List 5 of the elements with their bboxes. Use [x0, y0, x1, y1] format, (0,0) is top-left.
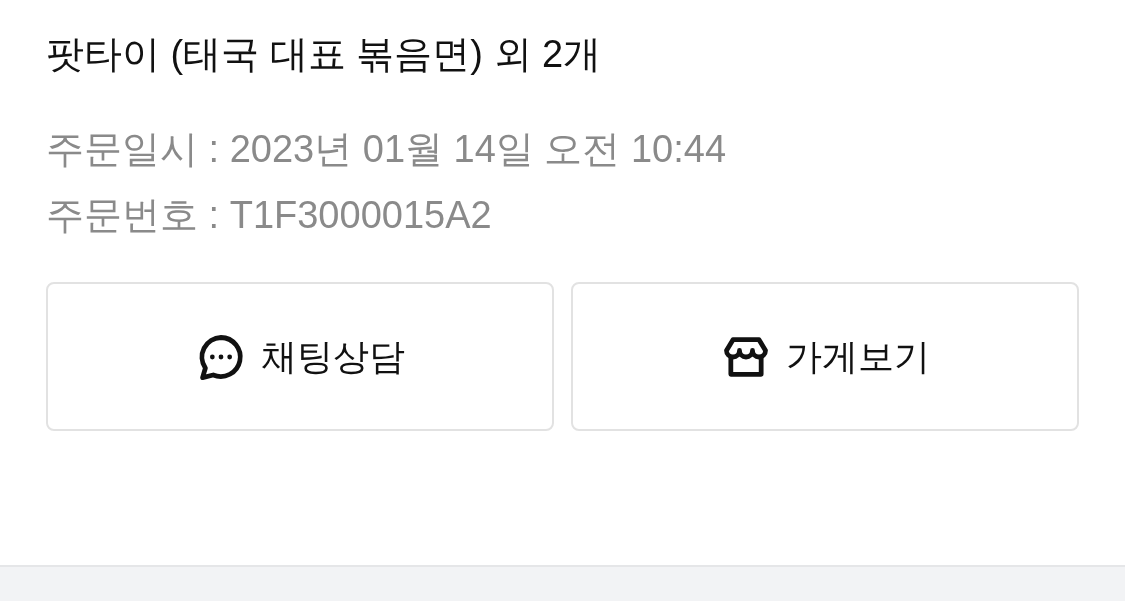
- chat-button[interactable]: 채팅상담: [46, 282, 554, 431]
- order-title: 팟타이 (태국 대표 볶음면) 외 2개: [46, 32, 603, 77]
- order-detail: 주문번호 : T1F3000015A2: [46, 193, 493, 238]
- order-detail: 주문일시 : 2023년 01월 14일 오전 10:44: [46, 127, 728, 172]
- store-button[interactable]: 가게보기: [571, 282, 1079, 431]
